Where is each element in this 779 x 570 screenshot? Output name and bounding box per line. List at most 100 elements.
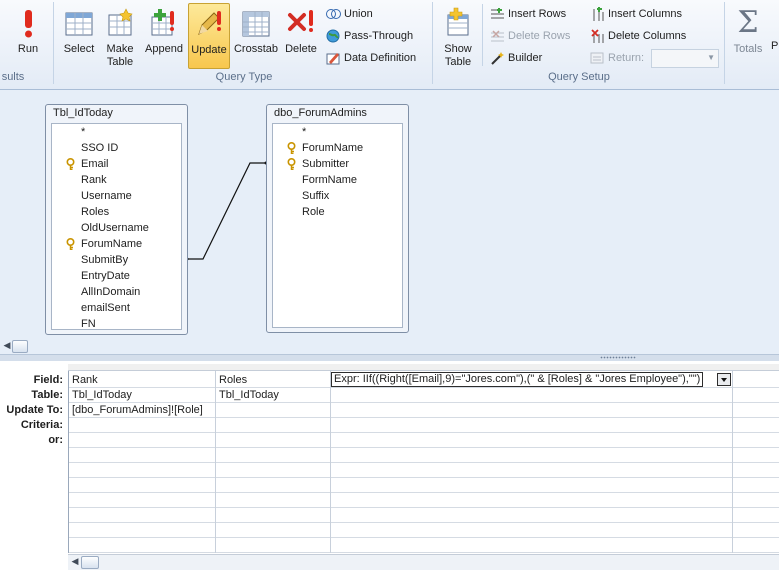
builder-button[interactable]: Builder xyxy=(490,49,542,67)
scrollbar-thumb[interactable] xyxy=(12,340,28,353)
table-field[interactable]: FormName xyxy=(273,172,402,188)
insert-columns-button[interactable]: Insert Columns xyxy=(590,5,682,23)
table-field[interactable]: FN xyxy=(52,316,181,332)
grid-line xyxy=(69,552,779,553)
append-icon xyxy=(148,7,180,39)
scrollbar-thumb[interactable] xyxy=(81,556,99,569)
table-box-tbl-idtoday[interactable]: Tbl_IdToday * SSO ID Email Rank Username Role… xyxy=(45,104,188,335)
table-field[interactable]: Email xyxy=(52,156,181,172)
union-icon xyxy=(326,7,341,21)
crosstab-button[interactable]: Crosstab xyxy=(233,3,279,69)
crosstab-icon xyxy=(240,7,272,39)
grid-cell-field-expression[interactable]: Expr: IIf((Right([Email],9)="Jores.com")… xyxy=(331,372,703,387)
field-name: Rank xyxy=(81,174,107,186)
grid-column-divider xyxy=(732,371,733,553)
design-grid[interactable]: Rank Tbl_IdToday [dbo_ForumAdmins]![Role… xyxy=(68,371,779,553)
grid-line xyxy=(69,522,779,523)
table-field[interactable]: EntryDate xyxy=(52,268,181,284)
delete-x-icon xyxy=(285,7,317,39)
grid-cell-field[interactable]: Roles xyxy=(219,373,327,388)
grid-scrollbar[interactable]: ◀ xyxy=(68,554,779,570)
primary-key-icon xyxy=(65,237,76,251)
field-list[interactable]: * ForumName Submitter FormName Suffix Role xyxy=(272,123,403,328)
union-button[interactable]: Union xyxy=(326,5,373,23)
table-field[interactable]: Username xyxy=(52,188,181,204)
grid-cell-or[interactable] xyxy=(219,433,327,448)
table-field[interactable]: Role xyxy=(273,204,402,220)
data-definition-button[interactable]: Data Definition xyxy=(326,49,416,67)
delete-columns-button[interactable]: Delete Columns xyxy=(590,27,686,45)
table-field[interactable]: ForumName xyxy=(52,236,181,252)
group-separator xyxy=(432,2,433,84)
ribbon: Run sults Select Make Table Append Updat… xyxy=(0,0,779,90)
delete-columns-icon xyxy=(590,29,605,44)
globe-icon xyxy=(326,29,341,43)
results-group-label: sults xyxy=(1,71,25,83)
table-field[interactable]: * xyxy=(273,124,402,140)
grid-cell-update-to[interactable]: [dbo_ForumAdmins]![Role] xyxy=(72,403,212,418)
table-field[interactable]: Suffix xyxy=(273,188,402,204)
query-design-pane[interactable]: Tbl_IdToday * SSO ID Email Rank Username Role… xyxy=(0,90,779,338)
run-button[interactable]: Run xyxy=(8,3,48,69)
table-box-dbo-forumadmins[interactable]: dbo_ForumAdmins * ForumName Submitter FormN… xyxy=(266,104,409,333)
field-name: Submitter xyxy=(302,158,350,170)
table-field[interactable]: SubmitBy xyxy=(52,252,181,268)
return-icon xyxy=(590,51,605,65)
table-field[interactable]: emailSent xyxy=(52,300,181,316)
select-query-button[interactable]: Select xyxy=(59,3,99,69)
grid-cell-criteria[interactable] xyxy=(72,418,212,433)
field-name: Suffix xyxy=(302,190,330,202)
show-table-button[interactable]: Show Table xyxy=(438,3,478,69)
grid-cell-field[interactable]: Rank xyxy=(72,373,212,388)
group-separator xyxy=(53,2,54,84)
update-button[interactable]: Update xyxy=(188,3,230,69)
insert-rows-button[interactable]: Insert Rows xyxy=(490,5,566,23)
scroll-left-icon[interactable]: ◀ xyxy=(70,556,80,567)
field-list[interactable]: * SSO ID Email Rank Username Roles OldUsername… xyxy=(51,123,182,330)
make-table-button[interactable]: Make Table xyxy=(101,3,139,69)
append-button[interactable]: Append xyxy=(143,3,185,69)
return-dropdown[interactable]: ▼ xyxy=(651,49,719,68)
table-field[interactable]: SSO ID xyxy=(52,140,181,156)
field-name: FormName xyxy=(302,174,358,186)
grid-cell-or[interactable] xyxy=(72,433,212,448)
table-field[interactable]: * xyxy=(52,124,181,140)
update-pencil-icon xyxy=(193,8,225,40)
totals-button[interactable]: Σ Totals xyxy=(728,3,768,69)
field-name: FN xyxy=(81,318,96,330)
field-name: OldUsername xyxy=(81,222,149,234)
table-title[interactable]: Tbl_IdToday xyxy=(46,105,187,122)
grid-cell-update-to[interactable] xyxy=(219,403,327,418)
query-type-group-label: Query Type xyxy=(215,71,273,83)
grid-line xyxy=(69,477,779,478)
design-grid-pane[interactable]: Field: Table: Update To: Criteria: or: R… xyxy=(0,361,779,570)
grid-cell-update-to[interactable] xyxy=(334,403,729,418)
grid-cell-criteria[interactable] xyxy=(219,418,327,433)
table-field[interactable]: ForumName xyxy=(273,140,402,156)
field-dropdown-button[interactable] xyxy=(717,373,731,386)
table-title[interactable]: dbo_ForumAdmins xyxy=(267,105,408,122)
row-label-or: or: xyxy=(48,434,63,446)
delete-query-button[interactable]: Delete xyxy=(282,3,320,69)
primary-key-icon xyxy=(286,157,297,171)
truncated-ribbon-button[interactable]: P xyxy=(771,40,778,52)
column-selector-bar[interactable] xyxy=(68,364,779,371)
builder-wand-icon xyxy=(490,51,505,65)
grid-column-divider xyxy=(330,371,331,553)
row-label-criteria: Criteria: xyxy=(20,419,63,431)
design-pane-scrollbar[interactable]: ◀ xyxy=(0,338,779,354)
field-name: EntryDate xyxy=(81,270,130,282)
grid-cell-table[interactable] xyxy=(334,388,729,403)
table-field[interactable]: Submitter xyxy=(273,156,402,172)
exclamation-icon xyxy=(12,7,44,39)
grid-cell-table[interactable]: Tbl_IdToday xyxy=(72,388,212,403)
table-field[interactable]: Roles xyxy=(52,204,181,220)
table-field[interactable]: OldUsername xyxy=(52,220,181,236)
table-field[interactable]: AllInDomain xyxy=(52,284,181,300)
pass-through-button[interactable]: Pass-Through xyxy=(326,27,413,45)
grid-cell-table[interactable]: Tbl_IdToday xyxy=(219,388,327,403)
splitter-grip[interactable] xyxy=(600,356,636,359)
delete-rows-button[interactable]: Delete Rows xyxy=(490,27,570,45)
scroll-left-icon[interactable]: ◀ xyxy=(2,340,12,351)
table-field[interactable]: Rank xyxy=(52,172,181,188)
